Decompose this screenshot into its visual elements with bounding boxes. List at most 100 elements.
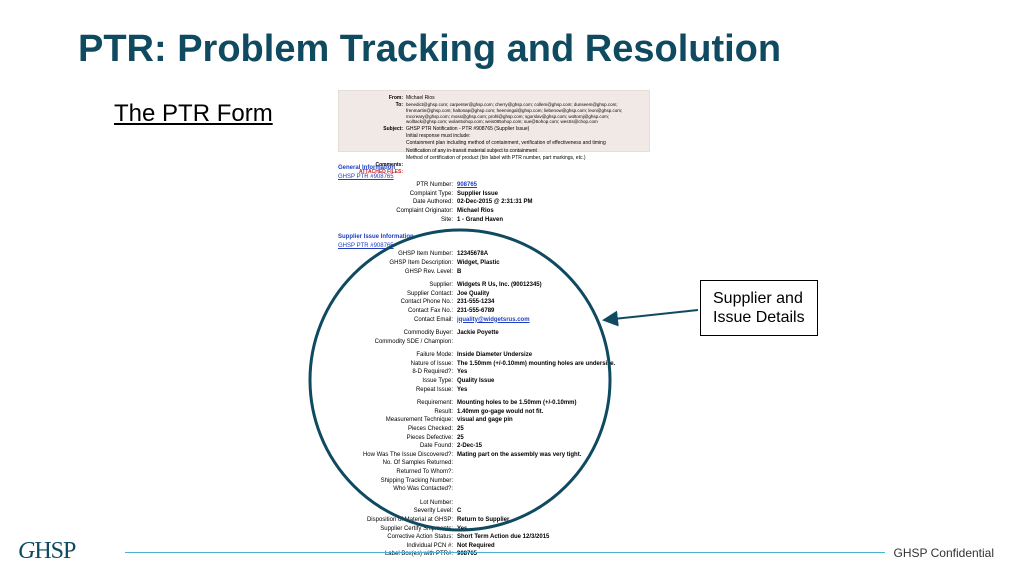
field-value: Yes bbox=[457, 525, 660, 533]
field-label: Requirement: bbox=[338, 399, 457, 407]
body-line2: Containment plan including method of con… bbox=[406, 140, 643, 146]
field-label: Contact Phone No.: bbox=[338, 298, 457, 306]
field-value: 2-Dec-15 bbox=[457, 442, 660, 450]
field-label: Lot Number: bbox=[338, 499, 457, 507]
page-title: PTR: Problem Tracking and Resolution bbox=[78, 28, 781, 71]
field-value: Yes bbox=[457, 386, 660, 394]
field-label: GHSP Rev. Level: bbox=[338, 268, 457, 276]
field-label: 8-D Required?: bbox=[338, 368, 457, 376]
field-value: 12345678A bbox=[457, 250, 660, 258]
field-label: Shipping Tracking Number: bbox=[338, 477, 457, 485]
form-row: GHSP Item Description:Widget, Plastic bbox=[338, 259, 660, 267]
form-row: Requirement:Mounting holes to be 1.50mm … bbox=[338, 399, 660, 407]
field-value: Joe Quality bbox=[457, 290, 660, 298]
field-value: 1.40mm go-gage would not fit. bbox=[457, 408, 660, 416]
form-row: Complaint Originator:Michael Rios bbox=[338, 207, 660, 215]
field-value bbox=[457, 477, 660, 485]
form-row: Commodity SDE / Champion: bbox=[338, 338, 660, 346]
field-value: 25 bbox=[457, 425, 660, 433]
form-row: Pieces Checked:25 bbox=[338, 425, 660, 433]
form-row: Commodity Buyer:Jackie Poyette bbox=[338, 329, 660, 337]
field-label: Date Found: bbox=[338, 442, 457, 450]
field-value: Michael Rios bbox=[457, 207, 660, 215]
field-label: Measurement Technique: bbox=[338, 416, 457, 424]
form-row: Complaint Type:Supplier Issue bbox=[338, 190, 660, 198]
form-row: Date Found:2-Dec-15 bbox=[338, 442, 660, 450]
form-row: GHSP Rev. Level:B bbox=[338, 268, 660, 276]
field-label: Disposition of Material at GHSP: bbox=[338, 516, 457, 524]
field-label: Individual PCN #: bbox=[338, 542, 457, 550]
field-label: PTR Number: bbox=[338, 181, 457, 189]
email-header-box: From:Michael Rios To:benedict@ghsp.com; … bbox=[338, 90, 650, 152]
field-value bbox=[457, 338, 660, 346]
field-value: 1 - Grand Haven bbox=[457, 216, 660, 224]
form-row: Contact Email:jquality@widgetsrus.com bbox=[338, 316, 660, 324]
form-row: Supplier Certify Shipments:Yes bbox=[338, 525, 660, 533]
form-row: Date Authored:02-Dec-2015 @ 2:31:31 PM bbox=[338, 198, 660, 206]
form-row: Issue Type:Quality Issue bbox=[338, 377, 660, 385]
field-label: Contact Email: bbox=[338, 316, 457, 324]
field-label: Complaint Originator: bbox=[338, 207, 457, 215]
field-label: Pieces Defective: bbox=[338, 434, 457, 442]
field-label: Failure Mode: bbox=[338, 351, 457, 359]
field-value: B bbox=[457, 268, 660, 276]
form-row: Pieces Defective:25 bbox=[338, 434, 660, 442]
field-label: Commodity Buyer: bbox=[338, 329, 457, 337]
field-value: 02-Dec-2015 @ 2:31:31 PM bbox=[457, 198, 660, 206]
subtitle: The PTR Form bbox=[114, 100, 273, 128]
form-row: Repeat Issue:Yes bbox=[338, 386, 660, 394]
subject-value: GHSP PTR Notification - PTR #908765 (Sup… bbox=[406, 126, 643, 132]
general-heading: General Information bbox=[338, 164, 660, 172]
callout-line2: Issue Details bbox=[713, 308, 805, 327]
field-label: Supplier Certify Shipments: bbox=[338, 525, 457, 533]
form-row: Individual PCN #:Not Required bbox=[338, 542, 660, 550]
field-label: Issue Type: bbox=[338, 377, 457, 385]
field-value[interactable]: jquality@widgetsrus.com bbox=[457, 316, 660, 324]
form-row: Shipping Tracking Number: bbox=[338, 477, 660, 485]
field-label: Supplier Contact: bbox=[338, 290, 457, 298]
subject-label: Subject: bbox=[345, 126, 406, 132]
form-row: PTR Number:908765 bbox=[338, 181, 660, 189]
field-value: Inside Diameter Undersize bbox=[457, 351, 660, 359]
field-value: Return to Supplier bbox=[457, 516, 660, 524]
to-label: To: bbox=[345, 102, 406, 125]
supplier-heading: Supplier Issue Information bbox=[338, 233, 660, 241]
field-label: No. Of Samples Returned: bbox=[338, 459, 457, 467]
field-label: Nature of Issue: bbox=[338, 360, 457, 368]
callout-box: Supplier and Issue Details bbox=[700, 280, 818, 336]
form-row: Measurement Technique:visual and gage pi… bbox=[338, 416, 660, 424]
footer-confidential: GHSP Confidential bbox=[894, 546, 995, 560]
form-row: Severity Level:C bbox=[338, 507, 660, 515]
form-row: Disposition of Material at GHSP:Return t… bbox=[338, 516, 660, 524]
form-row: GHSP Item Number:12345678A bbox=[338, 250, 660, 258]
field-value: Not Required bbox=[457, 542, 660, 550]
field-label: Supplier: bbox=[338, 281, 457, 289]
field-value: Short Term Action due 12/3/2015 bbox=[457, 533, 660, 541]
field-value: Mating part on the assembly was very tig… bbox=[457, 451, 660, 459]
field-label: Corrective Action Status: bbox=[338, 533, 457, 541]
form-row: Result:1.40mm go-gage would not fit. bbox=[338, 408, 660, 416]
field-label: Complaint Type: bbox=[338, 190, 457, 198]
field-label: GHSP Item Number: bbox=[338, 250, 457, 258]
form-row: How Was The Issue Discovered?:Mating par… bbox=[338, 451, 660, 459]
field-value: Supplier Issue bbox=[457, 190, 660, 198]
general-link[interactable]: GHSP PTR #908765 bbox=[338, 173, 660, 181]
form-row: Lot Number: bbox=[338, 499, 660, 507]
field-label: Pieces Checked: bbox=[338, 425, 457, 433]
field-value bbox=[457, 459, 660, 467]
callout-line1: Supplier and bbox=[713, 289, 805, 308]
supplier-link[interactable]: GHSP PTR #908765 bbox=[338, 242, 660, 250]
field-value bbox=[457, 499, 660, 507]
field-value: Jackie Poyette bbox=[457, 329, 660, 337]
form-row: Contact Phone No.:231-555-1234 bbox=[338, 298, 660, 306]
form-row: Supplier:Widgets R Us, Inc. (90012345) bbox=[338, 281, 660, 289]
field-value: Quality Issue bbox=[457, 377, 660, 385]
form-row: No. Of Samples Returned: bbox=[338, 459, 660, 467]
field-label: Repeat Issue: bbox=[338, 386, 457, 394]
field-value[interactable]: 908765 bbox=[457, 181, 660, 189]
field-label: How Was The Issue Discovered?: bbox=[338, 451, 457, 459]
form-row: Contact Fax No.:231-555-6789 bbox=[338, 307, 660, 315]
form-row: Supplier Contact:Joe Quality bbox=[338, 290, 660, 298]
from-label: From: bbox=[345, 95, 406, 101]
field-value: Mounting holes to be 1.50mm (+/-0.10mm) bbox=[457, 399, 660, 407]
